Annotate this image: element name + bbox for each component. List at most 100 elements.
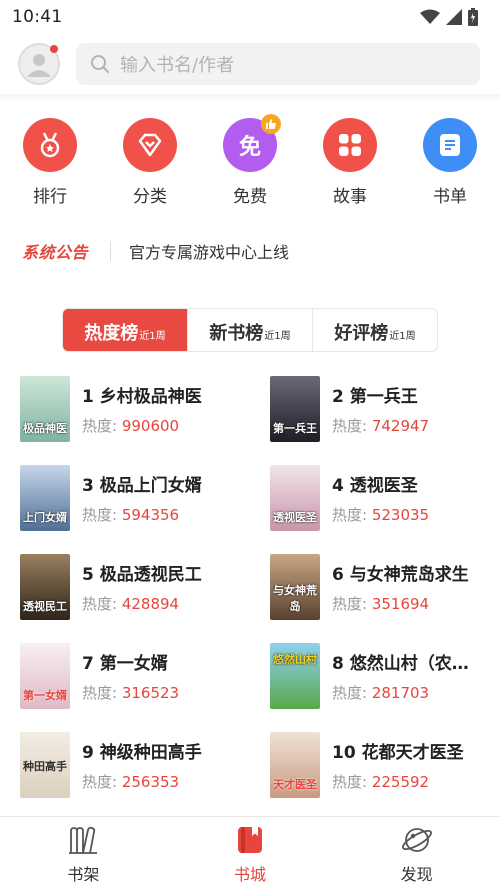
book-heat: 热度: 351694 [332, 593, 469, 614]
grid-icon [323, 118, 377, 172]
signal-icon [446, 9, 462, 25]
book-cover: 悠然山村 [270, 643, 320, 709]
cover-text: 第一女婿 [23, 689, 67, 702]
status-time: 10:41 [12, 7, 63, 27]
book-item[interactable]: 上门女婿 3 极品上门女婿 热度: 594356 [20, 465, 270, 531]
nav-story-label: 故事 [333, 187, 367, 207]
nav-booklist[interactable]: 书单 [400, 118, 500, 207]
heat-value: 316523 [121, 684, 180, 702]
heat-label: 热度: [332, 506, 368, 524]
bottom-nav-bookshelf[interactable]: 书架 [0, 817, 167, 889]
nav-rank-label: 排行 [33, 187, 67, 207]
book-item[interactable]: 与女神荒岛 6 与女神荒岛求生 热度: 351694 [270, 554, 490, 620]
nav-category-label: 分类 [133, 187, 167, 207]
book-title: 9 神级种田高手 [82, 743, 202, 763]
heat-label: 热度: [332, 684, 368, 702]
cover-text: 极品神医 [23, 422, 67, 435]
medal-icon [23, 118, 77, 172]
book-item[interactable]: 种田高手 9 神级种田高手 热度: 256353 [20, 732, 270, 798]
heat-label: 热度: [82, 417, 118, 435]
tab-rating-sub: 近1周 [389, 331, 416, 342]
book-heat: 热度: 742947 [332, 415, 429, 436]
book-title: 10 花都天才医圣 [332, 743, 464, 763]
book-cover: 第一兵王 [270, 376, 320, 442]
book-list: 极品神医 1 乡村极品神医 热度: 990600 第一兵王 2 第一兵王 热度: 7… [20, 376, 490, 798]
bookstore-icon [238, 827, 262, 853]
book-cover: 极品神医 [20, 376, 70, 442]
book-heat: 热度: 990600 [82, 415, 202, 436]
book-item[interactable]: 透视医圣 4 透视医圣 热度: 523035 [270, 465, 490, 531]
header-divider [0, 94, 500, 102]
status-icons [420, 8, 478, 26]
book-item[interactable]: 第一兵王 2 第一兵王 热度: 742947 [270, 376, 490, 442]
heat-label: 热度: [82, 506, 118, 524]
bottom-nav-bookstore-label: 书城 [234, 865, 267, 884]
book-title: 4 透视医圣 [332, 476, 418, 496]
nav-story[interactable]: 故事 [300, 118, 400, 207]
cover-text: 与女神荒岛 [273, 584, 317, 613]
book-title: 2 第一兵王 [332, 387, 418, 407]
heat-value: 281703 [371, 684, 430, 702]
search-placeholder: 输入书名/作者 [120, 55, 235, 76]
heat-value: 225592 [371, 773, 430, 791]
list-icon [423, 118, 477, 172]
book-item[interactable]: 天才医圣 10 花都天才医圣 热度: 225592 [270, 732, 490, 798]
free-glyph: 免 [238, 135, 261, 160]
book-cover: 种田高手 [20, 732, 70, 798]
book-cover: 第一女婿 [20, 643, 70, 709]
battery-icon [468, 8, 478, 26]
book-item[interactable]: 悠然山村 8 悠然山村（农家乐） 热度: 281703 [270, 643, 490, 709]
tab-new-label: 新书榜 [209, 323, 264, 344]
avatar[interactable] [18, 43, 60, 85]
bottom-nav-bookstore[interactable]: 书城 [167, 817, 334, 889]
bottom-nav-discover-label: 发现 [400, 865, 433, 884]
quick-nav: 排行 分类 免 免费 故事 书单 [0, 114, 500, 207]
book-cover: 上门女婿 [20, 465, 70, 531]
tab-hot[interactable]: 热度榜 近1周 [63, 309, 188, 351]
thumbs-up-icon [261, 114, 281, 134]
bottom-nav-discover[interactable]: 发现 [333, 817, 500, 889]
cover-text: 天才医圣 [273, 778, 317, 791]
book-heat: 热度: 316523 [82, 682, 179, 703]
free-icon: 免 [223, 114, 281, 172]
bottom-nav-bookshelf-label: 书架 [67, 865, 100, 884]
user-icon [27, 54, 51, 77]
book-title: 7 第一女婿 [82, 654, 168, 674]
cover-text: 种田高手 [23, 760, 67, 773]
tab-new[interactable]: 新书榜 近1周 [188, 309, 313, 351]
top-bar: 输入书名/作者 [0, 34, 500, 94]
book-title: 1 乡村极品神医 [82, 387, 202, 407]
book-cover: 透视医圣 [270, 465, 320, 531]
status-bar: 10:41 [0, 0, 500, 34]
book-heat: 热度: 281703 [332, 682, 472, 703]
book-title: 5 极品透视民工 [82, 565, 202, 585]
cover-text: 上门女婿 [23, 511, 67, 524]
heat-value: 594356 [121, 506, 180, 524]
nav-free[interactable]: 免 免费 [200, 114, 300, 207]
notice-tag: 系统公告 [22, 243, 89, 262]
book-item[interactable]: 极品神医 1 乡村极品神医 热度: 990600 [20, 376, 270, 442]
search-input[interactable]: 输入书名/作者 [76, 43, 480, 85]
book-heat: 热度: 523035 [332, 504, 429, 525]
notice-text: 官方专属游戏中心上线 [129, 243, 290, 262]
tab-new-sub: 近1周 [264, 331, 291, 342]
system-notice[interactable]: 系统公告 官方专属游戏中心上线 [22, 236, 482, 266]
book-heat: 热度: 225592 [332, 771, 464, 792]
nav-category[interactable]: 分类 [100, 118, 200, 207]
tab-rating[interactable]: 好评榜 近1周 [313, 309, 437, 351]
book-title: 3 极品上门女婿 [82, 476, 202, 496]
book-item[interactable]: 第一女婿 7 第一女婿 热度: 316523 [20, 643, 270, 709]
bottom-nav: 书架 书城 发现 [0, 816, 500, 889]
cover-text: 第一兵王 [273, 422, 317, 435]
book-item[interactable]: 透视民工 5 极品透视民工 热度: 428894 [20, 554, 270, 620]
heat-label: 热度: [332, 773, 368, 791]
book-title: 8 悠然山村（农家乐） [332, 654, 472, 674]
bookshelf-icon [69, 826, 98, 854]
nav-booklist-label: 书单 [433, 187, 467, 207]
book-cover: 天才医圣 [270, 732, 320, 798]
notice-divider [110, 241, 112, 261]
book-heat: 热度: 428894 [82, 593, 202, 614]
heat-label: 热度: [82, 773, 118, 791]
diamond-icon [123, 118, 177, 172]
nav-rank[interactable]: 排行 [0, 118, 100, 207]
